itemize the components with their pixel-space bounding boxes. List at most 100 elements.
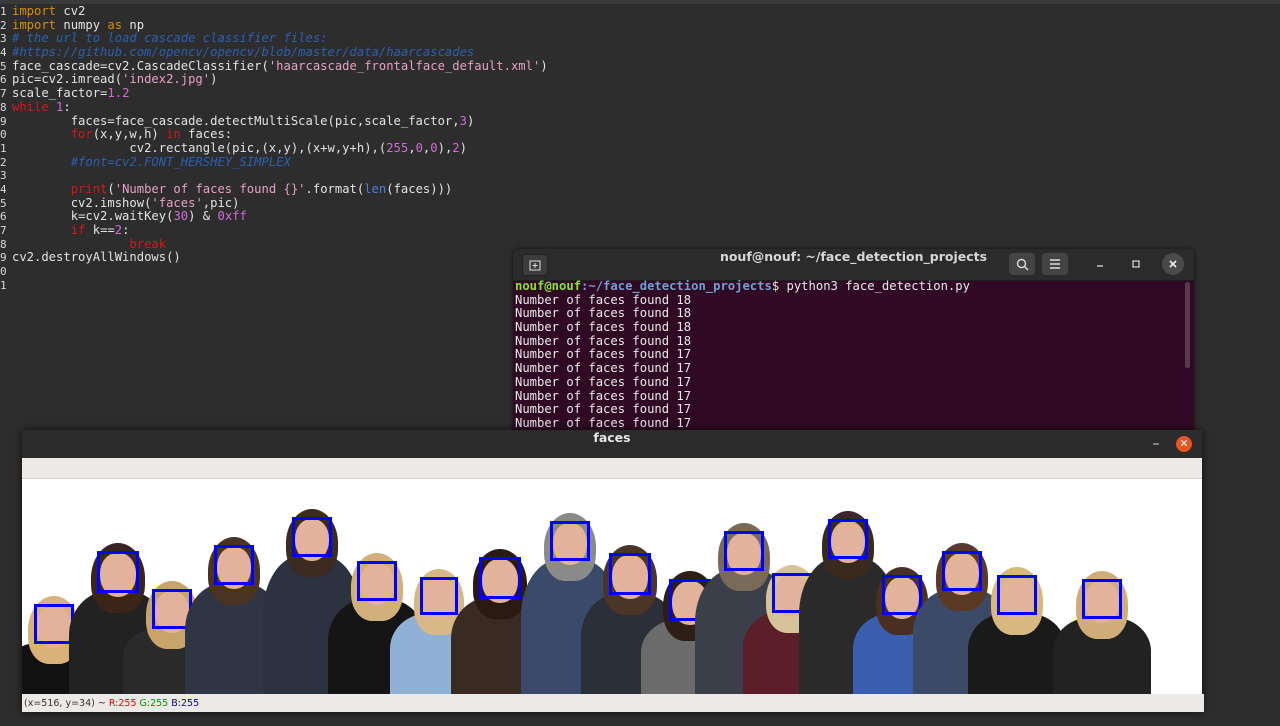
code-line: if k==2: [12,223,548,238]
prompt-command: $ python3 face_detection.py [771,280,970,293]
line-number: 3 [0,169,7,183]
face-detection-box [1082,579,1122,619]
output-line: Number of faces found 17 [515,388,692,403]
output-line: Number of faces found 18 [515,333,692,348]
status-red: R:255 [108,698,137,709]
code-line: for(x,y,w,h) in faces: [12,127,548,142]
line-number: 6 [0,73,7,87]
line-number: 1 [0,5,7,18]
code-token: 'faces' [151,195,203,210]
code-area[interactable]: import cv2 import numpy as np # the url to… [12,4,548,292]
faces-titlebar[interactable]: faces – ✕ [22,430,1202,458]
code-token: ( [107,181,115,196]
line-number: 8 [0,100,7,114]
code-token: (faces))) [386,181,453,196]
code-token: break [129,236,167,251]
group-photo[interactable] [22,479,1202,694]
code-token: 1.2 [107,86,130,101]
line-number: 2 [0,155,7,169]
search-icon[interactable] [1009,253,1035,275]
face-detection-box [214,545,254,585]
output-line: Number of faces found 17 [515,402,692,417]
code-token: np [122,17,145,32]
code-token: (x,y,w,h) [92,127,167,142]
faces-title: faces [593,430,631,445]
output-line: Number of faces found 18 [515,292,692,307]
code-token: ), [437,140,453,155]
line-number: 2 [0,18,7,32]
code-line: import cv2 [12,4,548,19]
code-token: as [107,17,123,32]
code-token: 2 [452,140,460,155]
line-number: 5 [0,59,7,73]
code-line: k=cv2.waitKey(30) & 0xff [12,209,548,224]
code-token: ,pic) [202,195,240,210]
code-token: faces: [180,127,233,142]
code-token: if [70,223,86,237]
code-token: , [408,140,416,155]
output-line: Number of faces found 17 [515,361,692,376]
code-token: print [70,181,108,196]
line-number: 8 [0,237,7,251]
face-detection-box [997,575,1037,615]
code-line: scale_factor=1.2 [12,86,548,101]
terminal-titlebar[interactable]: nouf@nouf: ~/face_detection_projects [513,249,1194,281]
code-token: ) [466,113,475,128]
minimize-icon[interactable] [1089,253,1111,275]
code-token: faces=face_cascade.detectMultiScale(pic,… [12,113,460,128]
code-token: 255 [386,140,409,155]
code-token: len [364,181,387,196]
minimize-icon[interactable]: – [1146,434,1166,454]
code-token: #https://github.com/opencv/opencv/blob/m… [12,45,475,60]
code-token: scale_factor= [12,86,108,101]
code-token: k=cv2.waitKey( [12,209,174,224]
code-token: 'haarcascade_frontalface_default.xml' [268,58,541,73]
code-token: #font=cv2.FONT_HERSHEY_SIMPLEX [12,154,291,169]
code-line: print('Number of faces found {}'.format(… [12,181,548,197]
code-line: pic=cv2.imread('index2.jpg') [12,73,548,87]
code-token: 0 [415,140,423,155]
code-token: while [12,99,49,114]
status-green: G:255 [139,698,169,709]
code-token: 'Number of faces found {}' [114,181,306,196]
code-line: # the url to load cascade classifier fil… [12,32,548,46]
code-token: numpy [56,17,108,32]
line-number: 1 [0,278,7,292]
code-token: 3 [459,113,467,128]
close-icon[interactable]: ✕ [1176,436,1192,452]
code-line: #font=cv2.FONT_HERSHEY_SIMPLEX [12,154,548,170]
close-icon[interactable] [1162,253,1184,275]
code-token: ) [459,140,467,155]
line-number: 9 [0,251,7,265]
output-line: Number of faces found 17 [515,374,692,389]
line-number: 1 [0,141,7,155]
code-line: import numpy as np [12,17,548,33]
pixel-status-bar: (x=516, y=34) ~ R:255 G:255 B:255 [22,694,1204,712]
code-token: for [70,127,93,142]
line-number: 7 [0,87,7,101]
code-token: ) [210,72,218,87]
line-number: 4 [0,46,7,60]
line-number: 9 [0,114,7,128]
code-token: cv2.destroyAllWindows() [12,250,181,265]
line-number-gutter: 123456789012345678901 [0,5,10,292]
hamburger-menu-icon[interactable] [1042,253,1068,275]
terminal-window[interactable]: nouf@nouf: ~/face_detection_projects nou… [513,249,1194,439]
code-token: cv2.rectangle(pic,(x,y),(x+w,y+h),( [12,140,387,155]
output-line: Number of faces found 17 [515,415,692,430]
code-line: while 1: [12,99,548,115]
code-token: .format( [305,181,365,196]
line-number: 5 [0,196,7,210]
faces-toolbar [22,458,1202,479]
maximize-icon[interactable] [1125,253,1147,275]
code-token: ) & [188,209,218,224]
line-number: 4 [0,182,7,196]
output-line: Number of faces found 18 [515,320,692,335]
terminal-output[interactable]: nouf@nouf:~/face_detection_projects$ pyt… [515,280,1180,439]
code-line: face_cascade=cv2.CascadeClassifier('haar… [12,58,548,74]
faces-window[interactable]: faces – ✕ (x=516, y=34) ~ R:255 G:255 B:… [22,430,1204,712]
terminal-scrollbar[interactable] [1185,282,1190,368]
